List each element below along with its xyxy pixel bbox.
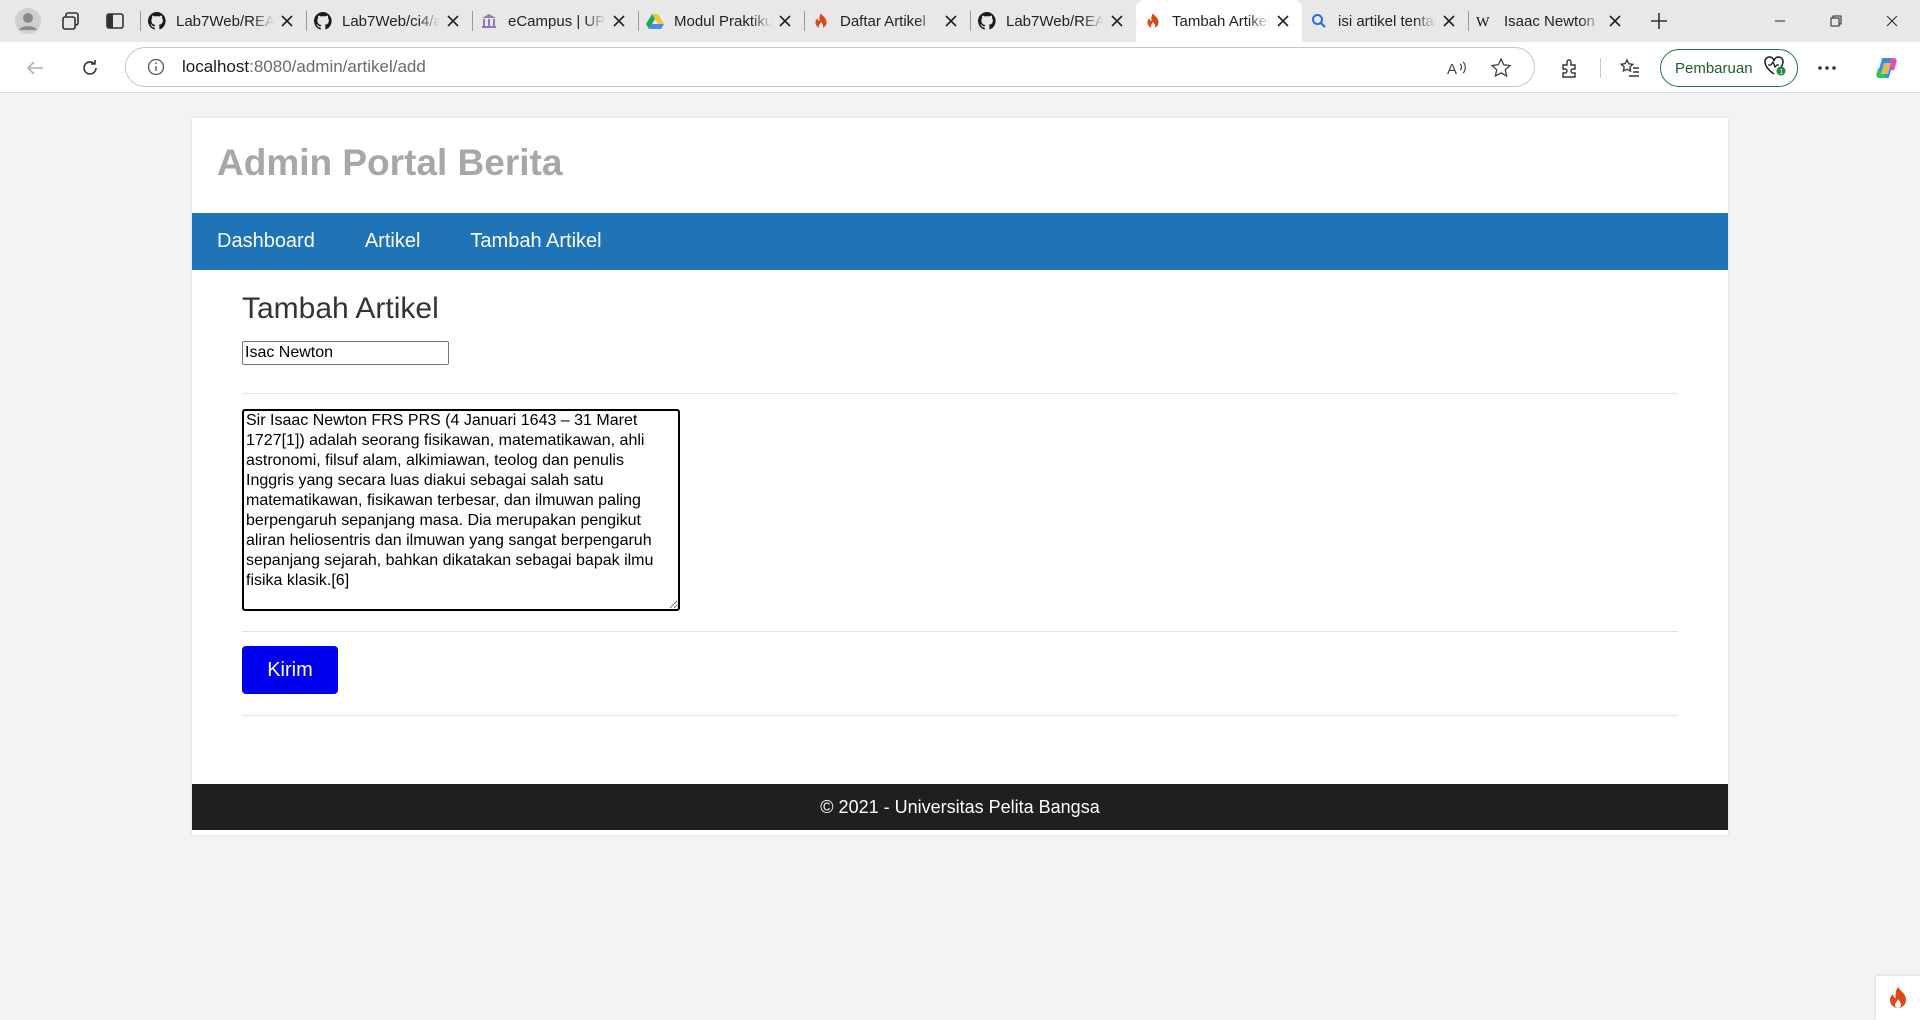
- browser-tab[interactable]: eCampus | UPB: [472, 0, 638, 42]
- browser-tab[interactable]: isi artikel tentang: [1302, 0, 1468, 42]
- workspaces-icon[interactable]: [54, 4, 88, 38]
- svg-text:W: W: [1476, 14, 1490, 29]
- vertical-tabs-icon[interactable]: [98, 4, 132, 38]
- browser-tab[interactable]: Lab7Web/ci4/app: [306, 0, 472, 42]
- svg-text:A: A: [1447, 61, 1457, 78]
- extensions-icon[interactable]: [1553, 51, 1587, 85]
- search-icon: [1310, 12, 1328, 30]
- url-text[interactable]: localhost:8080/admin/artikel/add: [182, 57, 426, 77]
- favorite-star-icon[interactable]: [1488, 55, 1514, 81]
- update-label: Pembaruan: [1675, 59, 1753, 77]
- close-tab-icon[interactable]: [1440, 12, 1458, 30]
- site-info-icon[interactable]: [146, 57, 166, 77]
- close-window-icon[interactable]: [1864, 0, 1920, 42]
- github-icon: [148, 12, 166, 30]
- nav-link-artikel[interactable]: Artikel: [365, 230, 421, 253]
- github-icon: [314, 12, 332, 30]
- close-tab-icon[interactable]: [942, 12, 960, 30]
- nav-link-dashboard[interactable]: Dashboard: [217, 230, 315, 253]
- copilot-icon[interactable]: [1870, 51, 1904, 85]
- browser-tab[interactable]: W Isaac Newton: [1468, 0, 1634, 42]
- browser-tab[interactable]: Lab7Web/README: [970, 0, 1136, 42]
- address-bar[interactable]: localhost:8080/admin/artikel/add A: [125, 47, 1535, 87]
- tab-title: Isaac Newton: [1504, 12, 1595, 30]
- campus-icon: [480, 12, 498, 30]
- close-tab-icon[interactable]: [1274, 12, 1292, 30]
- tab-title: Daftar Artikel: [840, 12, 926, 30]
- toolbar-divider: [1600, 58, 1601, 78]
- tab-title: eCampus | UPB: [508, 12, 606, 30]
- site-container: Admin Portal Berita Dashboard Artikel Ta…: [192, 118, 1728, 835]
- github-icon: [978, 12, 996, 30]
- read-aloud-icon[interactable]: A: [1444, 55, 1470, 81]
- codeigniter-icon: [812, 12, 830, 30]
- tab-title: Modul Praktikum: [674, 12, 772, 30]
- more-menu-icon[interactable]: [1810, 51, 1844, 85]
- tab-title: Lab7Web/ci4/app: [342, 12, 440, 30]
- site-nav: Dashboard Artikel Tambah Artikel: [192, 213, 1728, 270]
- restore-icon[interactable]: [1808, 0, 1864, 42]
- site-footer: © 2021 - Universitas Pelita Bangsa: [192, 784, 1728, 830]
- close-tab-icon[interactable]: [776, 12, 794, 30]
- browser-toolbar: localhost:8080/admin/artikel/add A Pemba…: [0, 42, 1920, 93]
- reload-icon[interactable]: [73, 51, 107, 85]
- browser-tab[interactable]: Modul Praktikum: [638, 0, 804, 42]
- footer-text: © 2021 - Universitas Pelita Bangsa: [820, 796, 1100, 817]
- site-header: Admin Portal Berita: [192, 118, 1728, 213]
- close-tab-icon[interactable]: [1108, 12, 1126, 30]
- close-tab-icon[interactable]: [444, 12, 462, 30]
- close-tab-icon[interactable]: [278, 12, 296, 30]
- tab-title: isi artikel tentang: [1338, 12, 1436, 30]
- codeigniter-debug-icon[interactable]: [1876, 976, 1920, 1020]
- url-path: :8080/admin/artikel/add: [249, 57, 426, 76]
- back-icon[interactable]: [18, 51, 52, 85]
- favorites-list-icon[interactable]: [1613, 51, 1647, 85]
- submit-button[interactable]: Kirim: [242, 646, 338, 694]
- site-title: Admin Portal Berita: [217, 142, 563, 183]
- close-tab-icon[interactable]: [1606, 12, 1624, 30]
- browser-tab-strip: Lab7Web/README Lab7Web/ci4/app eCampus | U…: [0, 0, 1920, 42]
- tab-list: Lab7Web/README Lab7Web/ci4/app eCampus | U…: [140, 0, 1634, 42]
- update-button[interactable]: Pembaruan 1: [1660, 49, 1798, 87]
- browser-tab[interactable]: Tambah Artikel: [1136, 0, 1302, 42]
- tab-title: Tambah Artikel: [1172, 12, 1270, 30]
- tab-title: Lab7Web/README: [1006, 12, 1104, 30]
- browser-tab[interactable]: Lab7Web/README: [140, 0, 306, 42]
- divider: [242, 715, 1678, 716]
- profile-avatar-icon[interactable]: [12, 5, 44, 37]
- drive-icon: [646, 12, 664, 30]
- window-controls: [1752, 0, 1920, 42]
- new-tab-icon[interactable]: [1642, 4, 1676, 38]
- nav-link-tambah-artikel[interactable]: Tambah Artikel: [470, 230, 601, 253]
- url-host: localhost: [182, 57, 250, 76]
- browser-tab[interactable]: Daftar Artikel: [804, 0, 970, 42]
- divider: [242, 631, 1678, 632]
- page-heading: Tambah Artikel: [242, 292, 439, 325]
- divider: [242, 393, 1678, 394]
- tab-title: Lab7Web/README: [176, 12, 274, 30]
- minimize-icon[interactable]: [1752, 0, 1808, 42]
- title-input[interactable]: [242, 341, 449, 365]
- svg-text:1: 1: [1779, 69, 1783, 76]
- content-textarea[interactable]: Sir Isaac Newton FRS PRS (4 Januari 1643…: [242, 409, 680, 611]
- close-tab-icon[interactable]: [610, 12, 628, 30]
- page-viewport: Admin Portal Berita Dashboard Artikel Ta…: [0, 93, 1920, 1020]
- wikipedia-icon: W: [1476, 12, 1494, 30]
- heart-pulse-icon: 1: [1763, 55, 1787, 81]
- codeigniter-icon: [1144, 12, 1162, 30]
